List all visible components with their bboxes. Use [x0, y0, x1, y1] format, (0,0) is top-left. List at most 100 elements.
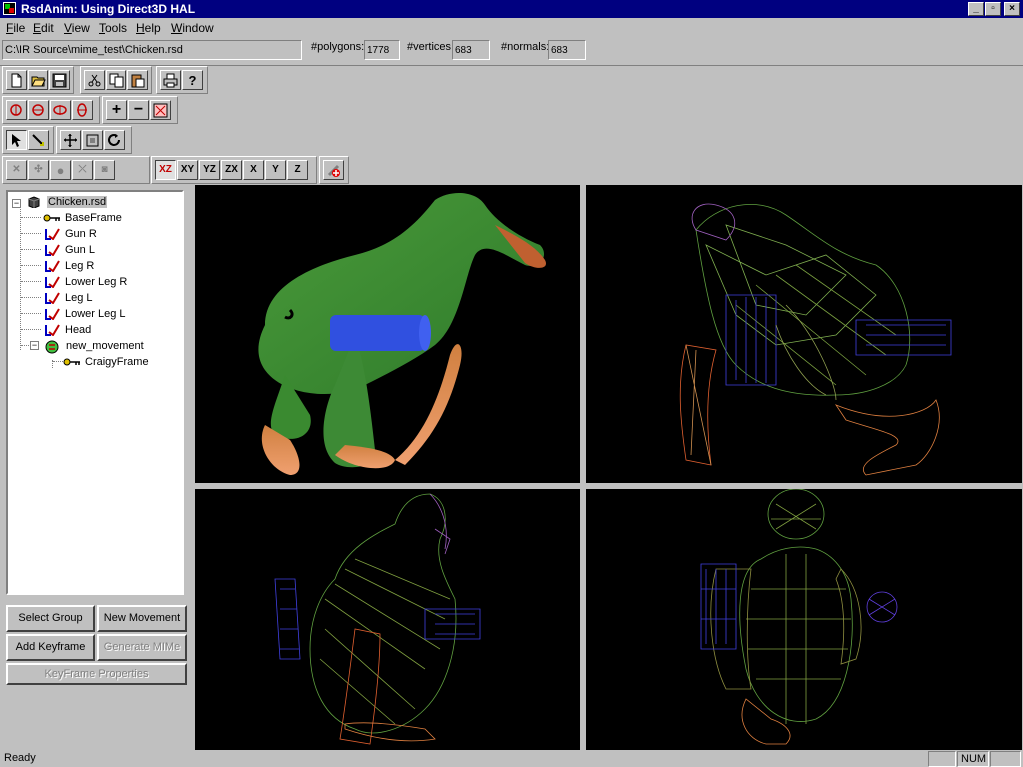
status-bar: Ready NUM	[0, 750, 1023, 767]
select-group-button[interactable]: Select Group	[6, 605, 95, 632]
bone-icon	[43, 244, 61, 257]
menu-view[interactable]: View	[64, 21, 90, 35]
menu-help[interactable]: Help	[136, 21, 161, 35]
scissors-icon	[88, 74, 101, 86]
menu-window[interactable]: Window	[171, 21, 214, 35]
tree-label-chicken: Chicken.rsd	[47, 196, 108, 208]
collapse-icon[interactable]: −	[12, 199, 21, 208]
wireframe-chicken-front	[679, 203, 952, 476]
file-toolbar: ?	[0, 66, 220, 94]
axis-y-button[interactable]: Y	[265, 160, 286, 180]
scale-tool-button[interactable]	[82, 130, 103, 150]
zoom-fit-button[interactable]	[150, 100, 171, 120]
rotate-tool-button[interactable]	[104, 130, 125, 150]
hierarchy-tree[interactable]: − Chicken.rsd BaseFrame Gun R Gun L Leg …	[6, 190, 184, 595]
collapse-icon[interactable]: −	[30, 341, 39, 350]
tree-label-head: Head	[65, 324, 92, 336]
tool-toolbar	[0, 126, 140, 154]
pick-pointer-icon	[32, 133, 44, 146]
rotate-x-button[interactable]	[6, 100, 27, 120]
rotate-z-button[interactable]	[50, 100, 71, 120]
open-folder-icon	[30, 76, 46, 86]
wireframe-chicken-side	[274, 493, 481, 745]
tree-label-gun-r: Gun R	[65, 228, 97, 240]
mirror-button[interactable]: ✣	[28, 160, 49, 180]
rotate-arrow-icon	[108, 133, 120, 146]
move-tool-button[interactable]	[60, 130, 81, 150]
normals-label: #normals:	[501, 41, 550, 53]
add-bone-button[interactable]	[323, 160, 344, 180]
model-info-bar: C:\IR Source\mime_test\Chicken.rsd #poly…	[0, 38, 1023, 66]
status-pane-scroll	[990, 751, 1021, 767]
shear-button[interactable]: ⤫	[72, 160, 93, 180]
wireframe-chicken-back	[700, 489, 898, 745]
status-pane-num: NUM	[957, 751, 989, 767]
vertices-value: 683	[452, 40, 490, 60]
add-keyframe-button[interactable]: Add Keyframe	[6, 634, 95, 661]
polygons-value: 1778	[364, 40, 400, 60]
close-button[interactable]: ×	[1004, 2, 1020, 16]
generate-mime-button[interactable]: Generate MIMe	[97, 634, 187, 661]
paste-button[interactable]	[127, 70, 149, 90]
axis-xy-button[interactable]: XY	[177, 160, 198, 180]
axis-xy-label: XY	[180, 164, 195, 175]
bone-icon	[43, 308, 61, 321]
axis-x-button[interactable]: X	[243, 160, 264, 180]
tree-label-leg-l: Leg L	[65, 292, 93, 304]
window-title: RsdAnim: Using Direct3D HAL	[21, 2, 196, 16]
print-button[interactable]	[160, 70, 181, 90]
help-button[interactable]: ?	[182, 70, 203, 90]
copy-button[interactable]	[105, 70, 127, 90]
axis-zx-label: ZX	[225, 164, 238, 175]
close-icon: ×	[1009, 3, 1015, 14]
viewport-side[interactable]	[195, 489, 580, 750]
axis-yz-button[interactable]: YZ	[199, 160, 220, 180]
delete-button[interactable]: ✕	[6, 160, 27, 180]
restore-icon: ▫	[991, 3, 995, 14]
paste-clipboard-icon	[131, 74, 145, 87]
sphere-button[interactable]: ●	[50, 160, 71, 180]
viewport-back[interactable]	[586, 489, 1022, 750]
question-mark-icon: ?	[188, 72, 197, 88]
mirror-icon: ✣	[34, 164, 43, 175]
open-file-button[interactable]	[27, 70, 49, 90]
viewport-perspective[interactable]	[195, 185, 580, 483]
menu-edit[interactable]: Edit	[33, 21, 54, 35]
rotate-free-button[interactable]	[72, 100, 93, 120]
rotate-free-icon	[77, 102, 87, 117]
axis-zx-button[interactable]: ZX	[221, 160, 242, 180]
title-bar: RsdAnim: Using Direct3D HAL _ ▫ ×	[0, 0, 1023, 18]
bone-icon	[43, 324, 61, 337]
menu-bar: File Edit View Tools Help Window	[0, 18, 1023, 37]
axis-z-button[interactable]: Z	[287, 160, 308, 180]
tree-label-baseframe: BaseFrame	[65, 212, 122, 224]
camera-button[interactable]: ◙	[94, 160, 115, 180]
menu-file[interactable]: File	[6, 21, 25, 35]
rotate-y-button[interactable]	[28, 100, 49, 120]
axis-xz-button[interactable]: XZ	[155, 160, 176, 180]
minimize-button[interactable]: _	[968, 2, 984, 16]
app-icon[interactable]	[3, 2, 16, 15]
plus-icon: +	[111, 101, 122, 118]
rotate-y-icon	[32, 103, 44, 116]
rotate-x-icon	[10, 103, 22, 116]
new-file-button[interactable]	[6, 70, 27, 90]
zoom-in-button[interactable]: +	[106, 100, 127, 120]
rotation-toolbar: + −	[0, 96, 190, 124]
file-path-field: C:\IR Source\mime_test\Chicken.rsd	[2, 40, 302, 60]
hierarchy-panel: − Chicken.rsd BaseFrame Gun R Gun L Leg …	[0, 185, 194, 750]
restore-button[interactable]: ▫	[985, 2, 1001, 16]
viewport-front[interactable]	[586, 185, 1022, 483]
zoom-out-button[interactable]: −	[128, 100, 149, 120]
status-text: Ready	[4, 752, 36, 764]
keyframe-properties-button[interactable]: KeyFrame Properties	[6, 663, 187, 685]
cut-button[interactable]	[84, 70, 105, 90]
select-tool-button[interactable]	[6, 130, 27, 150]
tree-label-new-movement: new_movement	[66, 340, 144, 352]
save-file-button[interactable]	[49, 70, 71, 90]
menu-tools[interactable]: Tools	[99, 21, 127, 35]
pick-tool-button[interactable]	[28, 130, 49, 150]
new-movement-button[interactable]: New Movement	[97, 605, 187, 632]
sphere-icon: ●	[56, 162, 65, 178]
axis-y-label: Y	[272, 164, 279, 175]
